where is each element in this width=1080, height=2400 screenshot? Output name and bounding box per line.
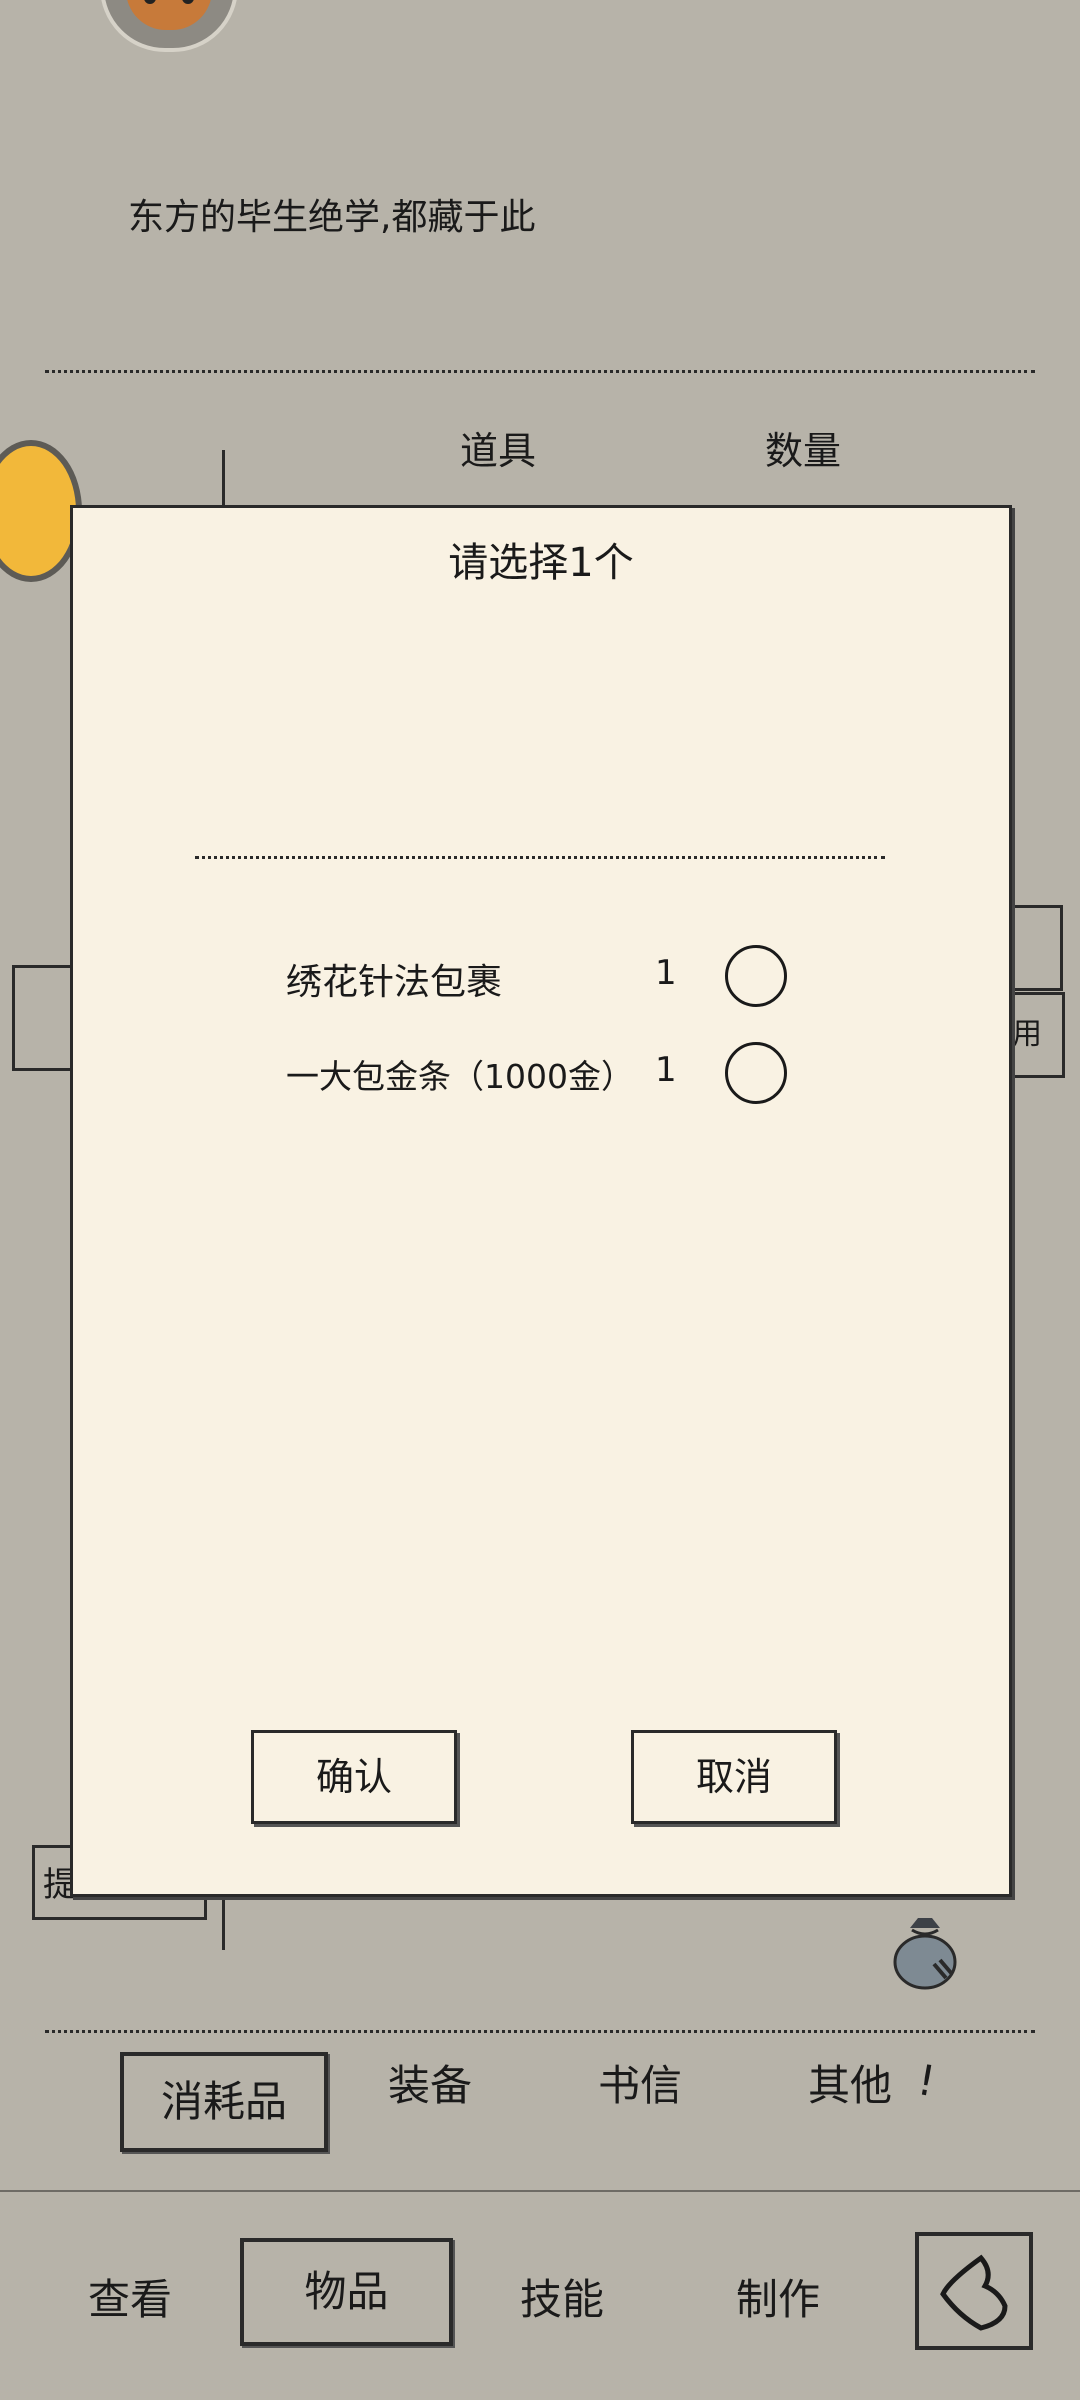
page-subtitle: 东方的毕生绝学,都藏于此 bbox=[128, 197, 536, 238]
column-header-item: 道具 bbox=[460, 429, 537, 473]
nav-craft[interactable]: 制作 bbox=[728, 2266, 828, 2327]
back-button[interactable] bbox=[915, 2232, 1033, 2350]
top-avatar[interactable] bbox=[100, 0, 238, 52]
option-radio[interactable] bbox=[725, 1042, 787, 1104]
background-left-button[interactable] bbox=[12, 965, 75, 1071]
money-bag-icon[interactable] bbox=[888, 1912, 962, 1992]
column-header-quantity: 数量 bbox=[765, 429, 842, 473]
background-right-box bbox=[1012, 905, 1063, 991]
option-name: 一大包金条（1000金） bbox=[286, 1057, 634, 1096]
option-quantity: 1 bbox=[655, 953, 677, 993]
back-arrow-icon bbox=[940, 2254, 1008, 2331]
option-row[interactable]: 一大包金条（1000金） 1 bbox=[73, 1032, 1015, 1112]
nav-items[interactable]: 物品 bbox=[240, 2238, 453, 2346]
option-name: 绣花针法包裹 bbox=[286, 962, 503, 1003]
confirm-button[interactable]: 确认 bbox=[251, 1730, 457, 1824]
option-row[interactable]: 绣花针法包裹 1 bbox=[73, 935, 1015, 1015]
dialog-title: 请选择1个 bbox=[448, 540, 634, 586]
top-divider bbox=[45, 370, 1035, 373]
select-dialog: 请选择1个 绣花针法包裹 1 一大包金条（1000金） 1 确认 取消 bbox=[70, 505, 1012, 1897]
dialog-divider bbox=[195, 856, 885, 859]
option-quantity: 1 bbox=[655, 1050, 677, 1090]
cancel-button[interactable]: 取消 bbox=[631, 1730, 837, 1824]
option-radio[interactable] bbox=[725, 945, 787, 1007]
nav-divider bbox=[0, 2190, 1080, 2192]
tab-other[interactable]: 其他 bbox=[800, 2052, 900, 2113]
notification-mark: ! bbox=[913, 2054, 939, 2107]
nav-view[interactable]: 查看 bbox=[80, 2266, 180, 2327]
tab-consumables[interactable]: 消耗品 bbox=[120, 2052, 328, 2152]
use-button[interactable]: 用 bbox=[1012, 992, 1065, 1078]
tab-letters[interactable]: 书信 bbox=[590, 2052, 690, 2113]
nav-skills[interactable]: 技能 bbox=[512, 2266, 612, 2327]
tab-equipment[interactable]: 装备 bbox=[380, 2052, 480, 2113]
bottom-divider bbox=[45, 2030, 1035, 2033]
